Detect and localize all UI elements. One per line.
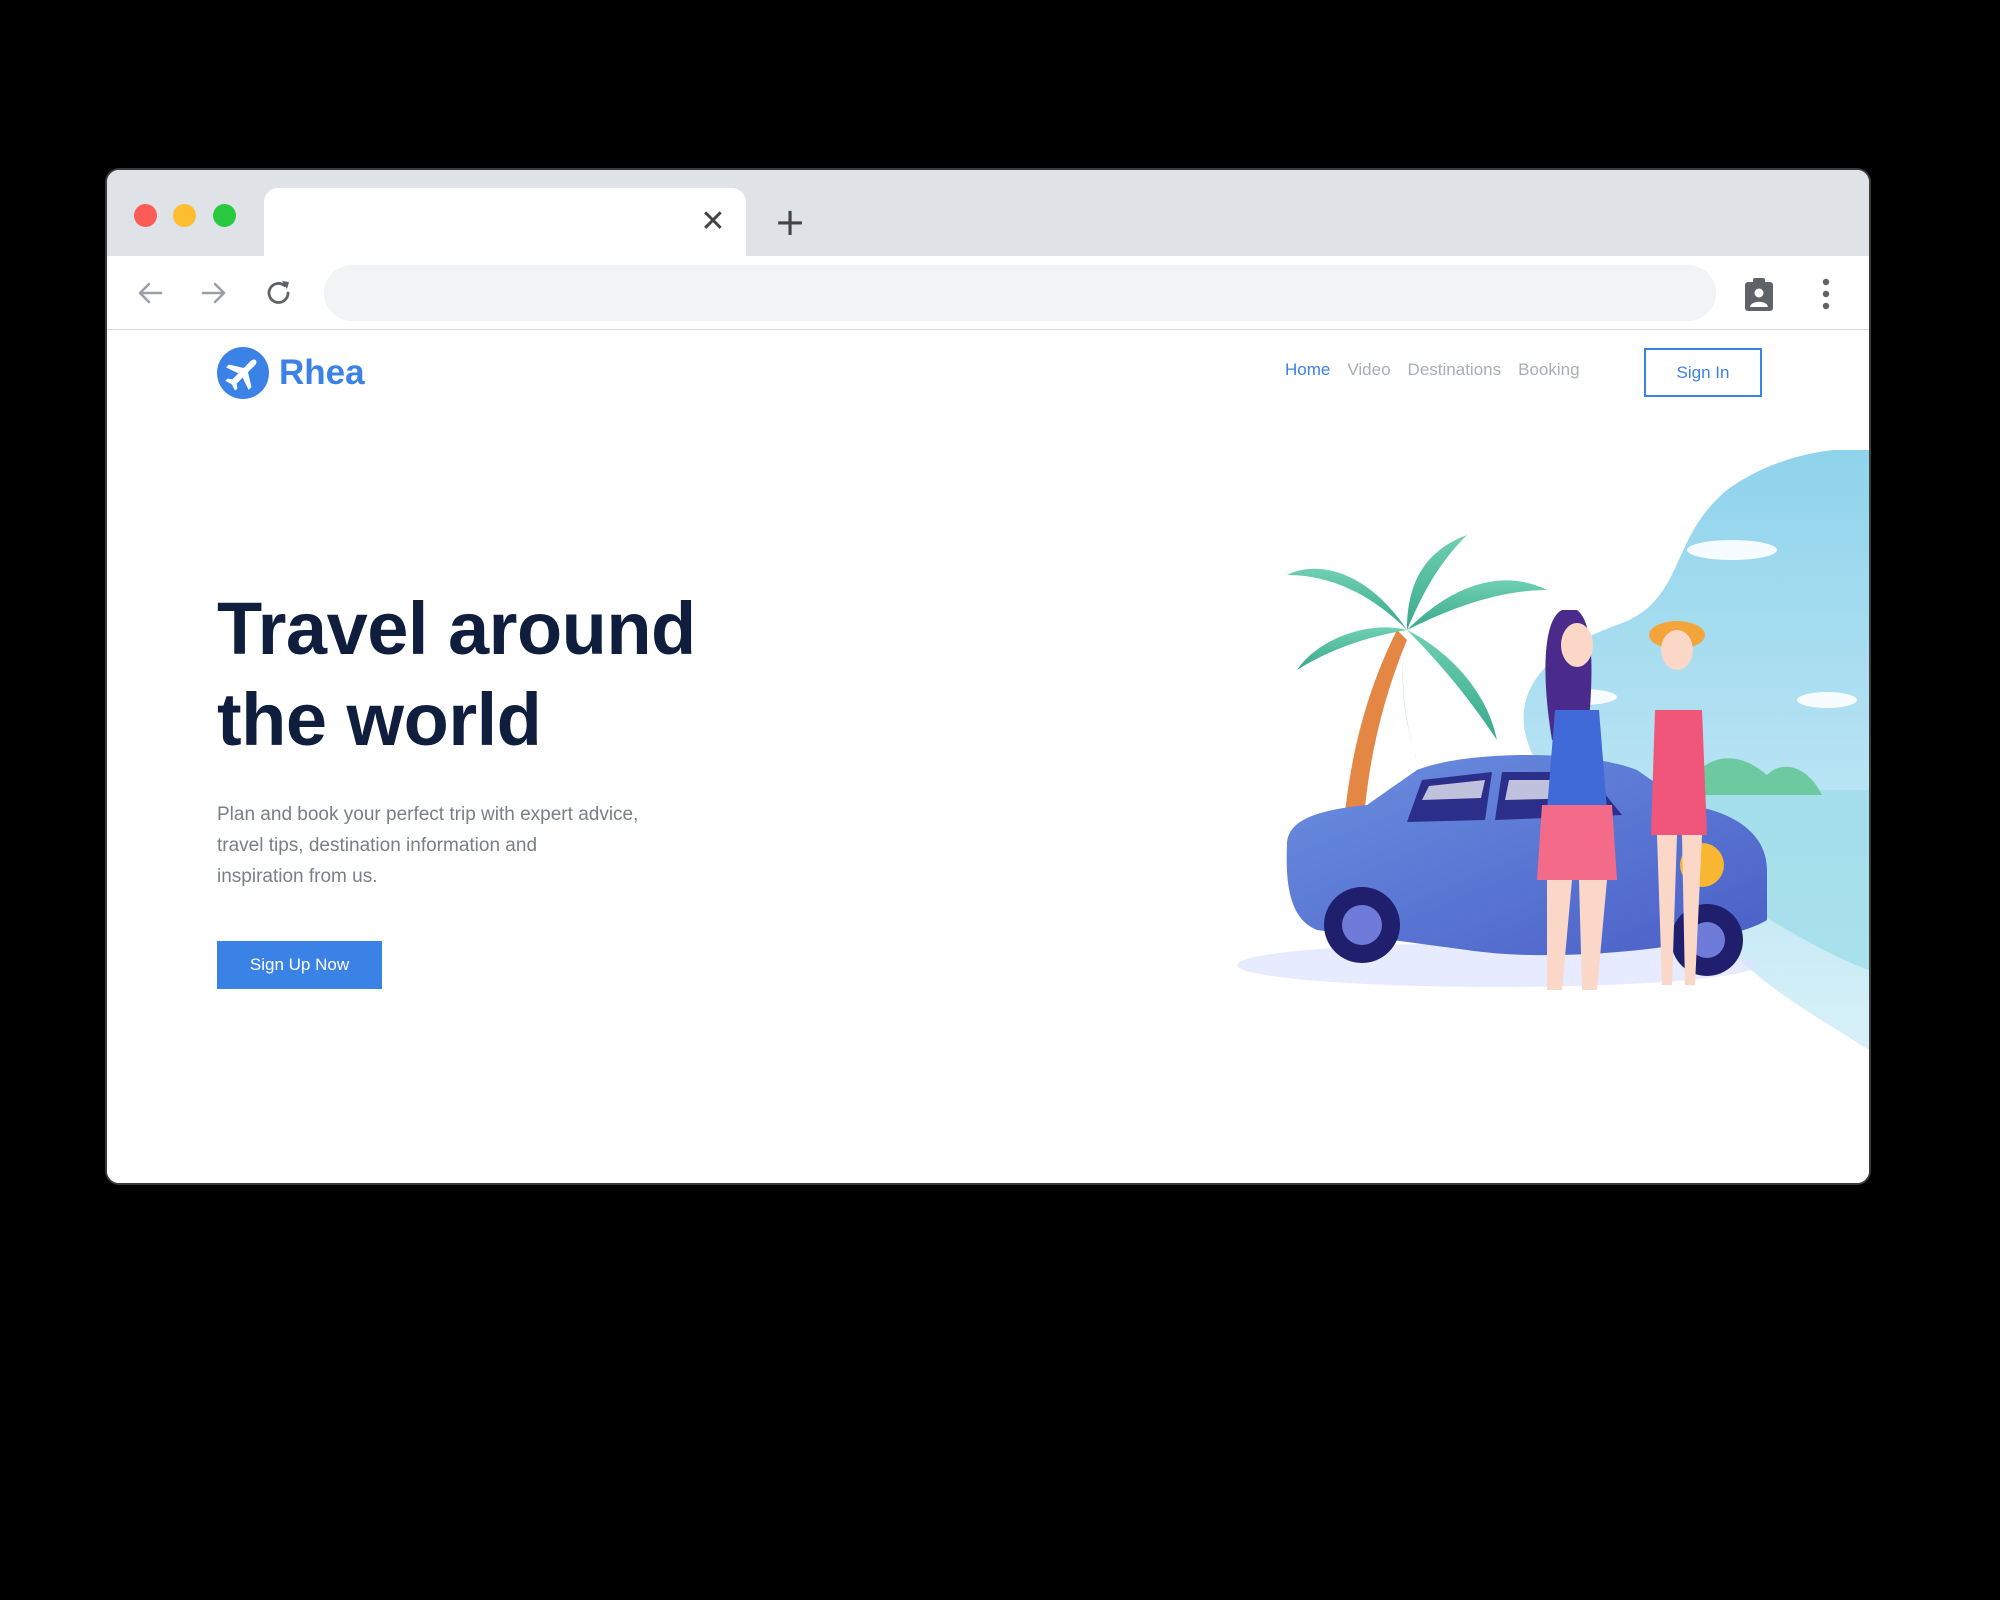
new-tab-button[interactable]: + [773, 203, 807, 241]
browser-toolbar [107, 256, 1869, 330]
hero-subtitle: Plan and book your perfect trip with exp… [217, 799, 717, 892]
hero-title-line-1: Travel around [217, 587, 696, 670]
browser-window: ✕ + Rhea Home Video Destinations Booking… [107, 170, 1869, 1183]
nav-destinations[interactable]: Destinations [1408, 360, 1502, 380]
clipboard-user-icon[interactable] [1743, 278, 1775, 312]
maximize-window-button[interactable] [213, 204, 236, 227]
hero-subtitle-line-2: travel tips, destination information and [217, 835, 538, 856]
nav-video[interactable]: Video [1347, 360, 1390, 380]
brand-name: Rhea [279, 353, 365, 392]
hero-subtitle-line-1: Plan and book your perfect trip with exp… [217, 804, 639, 825]
nav-booking[interactable]: Booking [1518, 360, 1579, 380]
palm-leaves [1287, 535, 1547, 760]
brand[interactable]: Rhea [217, 347, 365, 399]
minimize-window-button[interactable] [173, 204, 196, 227]
vertical-dots-icon[interactable] [1820, 278, 1832, 310]
airplane-icon [217, 347, 269, 399]
travel-illustration [1237, 450, 1869, 1050]
hero-subtitle-line-3: inspiration from us. [217, 866, 378, 887]
sign-in-button[interactable]: Sign In [1644, 348, 1762, 397]
nav-home[interactable]: Home [1285, 360, 1330, 380]
sign-up-button[interactable]: Sign Up Now [217, 941, 382, 989]
browser-tab[interactable]: ✕ [264, 188, 746, 256]
close-icon[interactable]: ✕ [698, 207, 728, 237]
close-window-button[interactable] [134, 204, 157, 227]
web-page: Rhea Home Video Destinations Booking Sig… [107, 330, 1869, 1183]
hero-title: Travel around the world [217, 583, 837, 765]
address-bar[interactable] [324, 265, 1716, 321]
tab-bar: ✕ + [107, 170, 1869, 256]
hero-title-line-2: the world [217, 678, 542, 761]
arrow-right-icon[interactable] [199, 278, 229, 308]
arrow-left-icon[interactable] [135, 278, 165, 308]
reload-icon[interactable] [264, 278, 294, 308]
main-nav: Home Video Destinations Booking [1285, 360, 1580, 380]
